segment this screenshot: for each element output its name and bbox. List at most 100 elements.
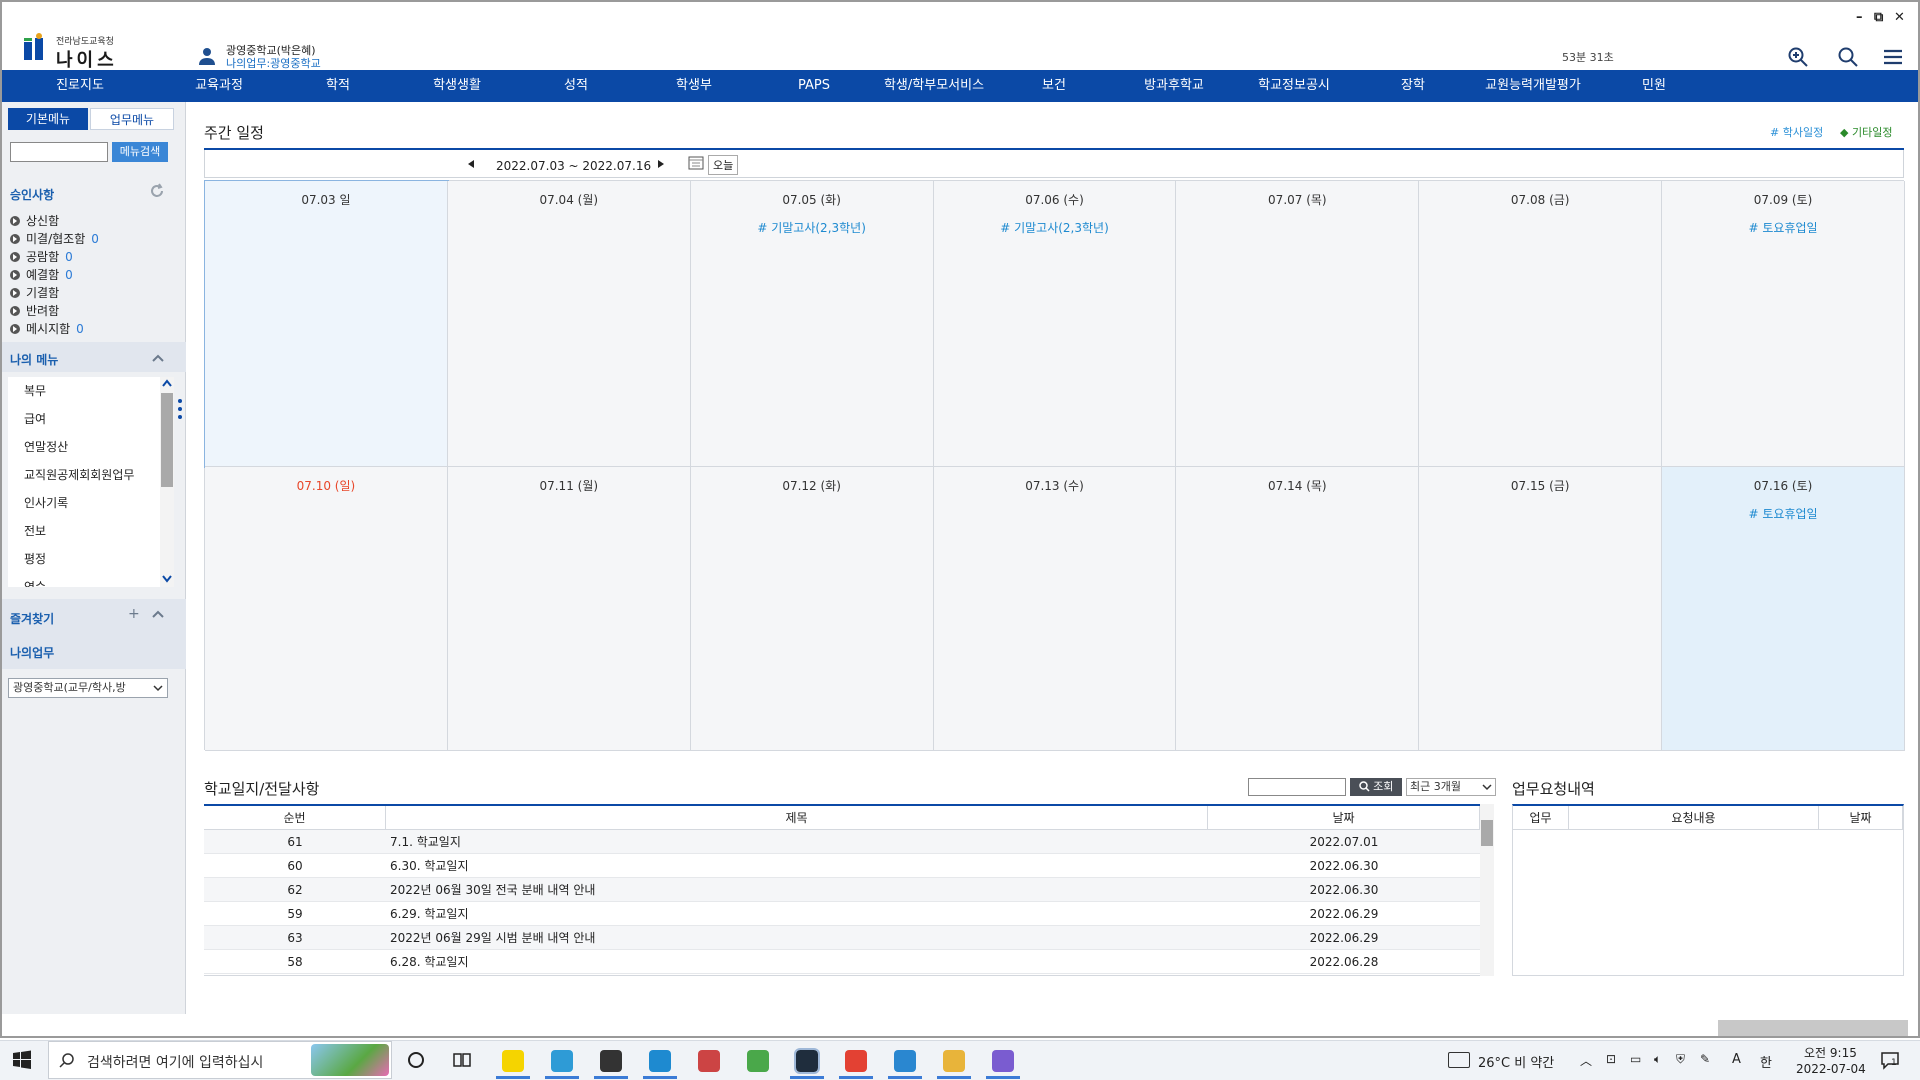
calendar-day[interactable]: 07.10 (일) xyxy=(205,467,448,751)
minimize-button[interactable]: – xyxy=(1856,10,1863,25)
clock-date[interactable]: 2022-07-04 xyxy=(1796,1062,1866,1076)
nav-item-7[interactable]: 학생/학부모서비스 xyxy=(874,70,994,102)
drawing-app-icon[interactable] xyxy=(698,1050,720,1072)
tray-chevron-icon[interactable]: ︿ xyxy=(1580,1052,1592,1069)
calendar-event[interactable]: # 토요휴업일 xyxy=(1662,219,1904,236)
messenger-icon[interactable] xyxy=(600,1050,622,1072)
calendar-day[interactable]: 07.09 (토) # 토요휴업일 xyxy=(1662,181,1905,467)
my-menu-item[interactable]: 평정 xyxy=(8,545,174,573)
table-row[interactable]: 63 2022년 06월 29일 시범 분배 내역 안내 2022.06.29 xyxy=(204,926,1480,950)
scroll-thumb[interactable] xyxy=(161,393,173,487)
my-work-link[interactable]: 나의업무:광영중학교 xyxy=(226,55,321,71)
calendar-event[interactable]: # 기말고사(2,3학년) xyxy=(691,219,933,236)
prev-week-icon[interactable] xyxy=(466,159,476,169)
task-view-icon[interactable] xyxy=(452,1050,472,1070)
table-row[interactable]: 61 7.1. 학교일지 2022.07.01 xyxy=(204,830,1480,854)
nav-item-1[interactable]: 교육과정 xyxy=(158,70,280,102)
period-select[interactable]: 최근 3개월 xyxy=(1406,778,1496,796)
journal-column-header[interactable]: 날짜 xyxy=(1208,806,1480,829)
calendar-day[interactable]: 07.05 (화) # 기말고사(2,3학년) xyxy=(690,181,934,467)
nav-item-5[interactable]: 학생부 xyxy=(634,70,754,102)
ime-mode-a[interactable]: A xyxy=(1732,1052,1741,1067)
approval-item[interactable]: 미결/협조함 0 xyxy=(10,230,180,248)
logo-title[interactable]: 나이스 xyxy=(56,46,118,72)
tab-basic-menu[interactable]: 기본메뉴 xyxy=(8,108,88,130)
security-icon[interactable]: ⛨ xyxy=(1676,1052,1685,1067)
approval-item[interactable]: 반려함 xyxy=(10,302,180,320)
windows-start-icon[interactable] xyxy=(12,1050,32,1070)
nav-item-8[interactable]: 보건 xyxy=(994,70,1114,102)
calendar-day[interactable]: 07.11 (월) xyxy=(447,467,691,751)
menu-search-button[interactable]: 메뉴검색 xyxy=(112,142,168,162)
nav-item-12[interactable]: 교원능력개발평가 xyxy=(1472,70,1594,102)
nav-item-9[interactable]: 방과후학교 xyxy=(1114,70,1234,102)
my-menu-item[interactable]: 복무 xyxy=(8,377,174,405)
table-row[interactable]: 58 6.28. 학교일지 2022.06.28 xyxy=(204,950,1480,974)
calendar-day[interactable]: 07.06 (수) # 기말고사(2,3학년) xyxy=(933,181,1177,467)
nav-item-0[interactable]: 진로지도 xyxy=(2,70,158,102)
my-menu-item[interactable]: 전보 xyxy=(8,517,174,545)
weather-icon[interactable] xyxy=(1448,1052,1470,1068)
paint-app-icon[interactable] xyxy=(992,1050,1014,1072)
nav-item-11[interactable]: 장학 xyxy=(1354,70,1472,102)
taskbar-search[interactable]: 검색하려면 여기에 입력하십시 xyxy=(48,1041,392,1079)
sidebar-drag-handle[interactable] xyxy=(178,398,182,420)
green-app-icon[interactable] xyxy=(747,1050,769,1072)
edge-icon[interactable] xyxy=(649,1050,671,1072)
horizontal-scroll-thumb[interactable] xyxy=(1718,1020,1908,1036)
favorites-add-button[interactable]: + xyxy=(128,606,140,622)
calendar-day[interactable]: 07.07 (목) xyxy=(1176,181,1420,467)
my-menu-item[interactable]: 급여 xyxy=(8,405,174,433)
scroll-down-icon[interactable] xyxy=(162,575,172,583)
journal-column-header[interactable]: 순번 xyxy=(204,806,386,829)
chrome-icon[interactable] xyxy=(845,1050,867,1072)
calendar-day[interactable]: 07.13 (수) xyxy=(933,467,1177,751)
clock-time[interactable]: 오전 9:15 xyxy=(1804,1044,1857,1061)
calendar-day[interactable]: 07.12 (화) xyxy=(690,467,934,751)
requests-column-header[interactable]: 요청내용 xyxy=(1569,806,1819,829)
menu-search-input[interactable] xyxy=(10,142,108,162)
calendar-event[interactable]: # 기말고사(2,3학년) xyxy=(934,219,1176,236)
volume-icon[interactable]: 🔈︎ xyxy=(1654,1052,1661,1067)
calendar-event[interactable]: # 토요휴업일 xyxy=(1662,505,1904,522)
approval-item[interactable]: 상신함 xyxy=(10,212,180,230)
nav-item-6[interactable]: PAPS xyxy=(754,70,874,102)
requests-column-header[interactable]: 날짜 xyxy=(1819,806,1903,829)
my-work-title[interactable]: 나의업무 xyxy=(10,644,54,661)
approval-item[interactable]: 기결함 xyxy=(10,284,180,302)
chevron-up-icon[interactable] xyxy=(152,353,164,363)
calendar-day[interactable]: 07.14 (목) xyxy=(1176,467,1420,751)
scroll-thumb[interactable] xyxy=(1481,820,1493,846)
pen-icon[interactable]: ✎ xyxy=(1700,1052,1710,1066)
terminal-icon[interactable] xyxy=(794,1048,820,1074)
favorites-title[interactable]: 즐겨찾기 xyxy=(10,610,54,627)
calendar-day[interactable]: 07.03 일 xyxy=(204,180,449,468)
file-explorer-icon[interactable] xyxy=(943,1050,965,1072)
my-menu-scrollbar[interactable] xyxy=(160,377,174,587)
kakaotalk-icon[interactable] xyxy=(502,1050,524,1072)
approval-item[interactable]: 공람함 0 xyxy=(10,248,180,266)
search-icon[interactable] xyxy=(1837,46,1859,68)
journal-column-header[interactable]: 제목 xyxy=(386,806,1208,829)
network-icon[interactable]: ⊡ xyxy=(1606,1052,1616,1066)
approval-item[interactable]: 메시지함 0 xyxy=(10,320,180,338)
display-icon[interactable]: ▭ xyxy=(1630,1052,1641,1066)
my-menu-item[interactable]: 인사기록 xyxy=(8,489,174,517)
refresh-icon[interactable] xyxy=(148,182,166,200)
nav-item-2[interactable]: 학적 xyxy=(280,70,396,102)
scroll-up-icon[interactable] xyxy=(162,379,172,387)
calendar-day[interactable]: 07.15 (금) xyxy=(1419,467,1663,751)
ime-mode-han[interactable]: 한 xyxy=(1760,1052,1772,1071)
weather-text[interactable]: 26°C 비 약간 xyxy=(1478,1052,1554,1071)
nav-item-13[interactable]: 민원 xyxy=(1594,70,1714,102)
table-row[interactable]: 62 2022년 06월 30일 전국 분배 내역 안내 2022.06.30 xyxy=(204,878,1480,902)
close-button[interactable]: ✕ xyxy=(1894,10,1905,25)
calendar-day[interactable]: 07.04 (월) xyxy=(447,181,691,467)
nav-item-4[interactable]: 성적 xyxy=(518,70,634,102)
chevron-up-icon[interactable] xyxy=(152,609,164,619)
my-menu-item[interactable]: 연말정산 xyxy=(8,433,174,461)
internet-explorer-icon[interactable] xyxy=(551,1050,573,1072)
approval-item[interactable]: 예결함 0 xyxy=(10,266,180,284)
journal-search-button[interactable]: 조회 xyxy=(1350,778,1402,796)
my-work-select[interactable]: 광영중학교(교무/학사,방 xyxy=(8,678,168,698)
